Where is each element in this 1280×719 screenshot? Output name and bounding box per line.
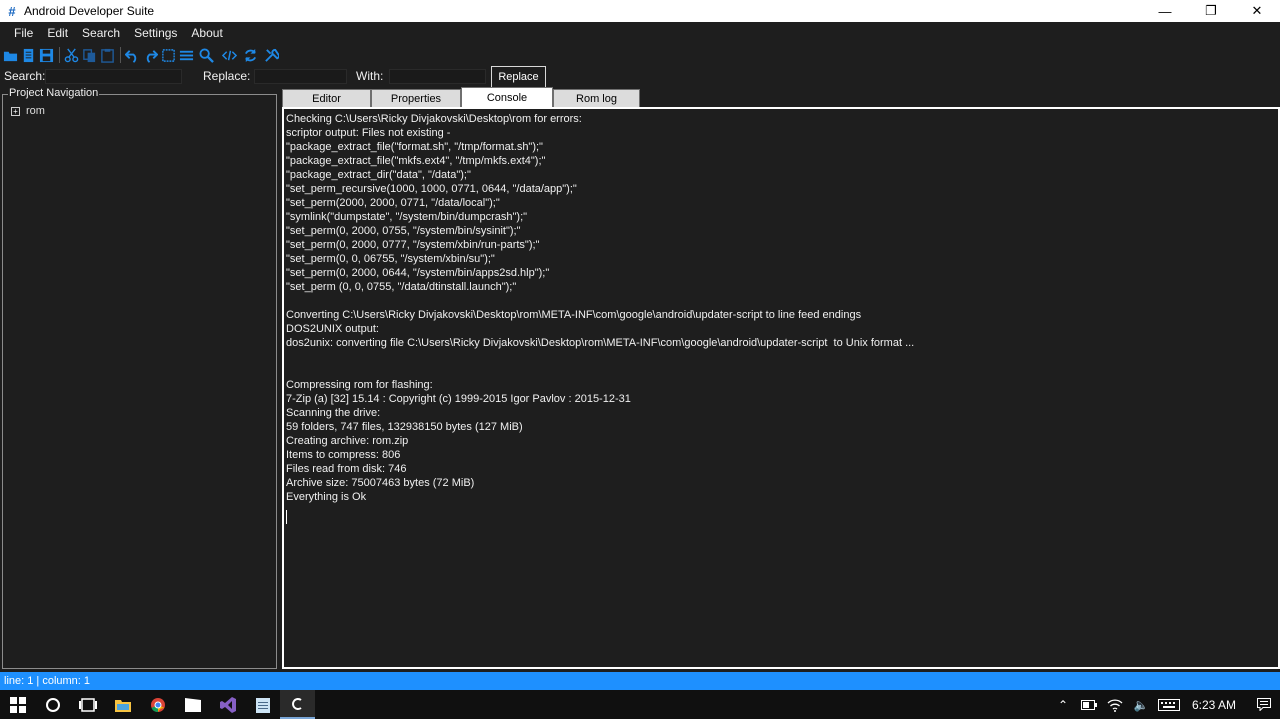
project-navigation-panel: Project Navigation + rom [2,87,277,669]
start-icon[interactable] [0,690,35,719]
app-icon: # [8,3,16,19]
undo-icon[interactable] [124,46,140,64]
search-label: Search: [4,69,46,83]
tree-item-label: rom [26,105,45,117]
menu-search[interactable]: Search [75,22,127,44]
console-line: 7-Zip (a) [32] 15.14 : Copyright (c) 199… [286,393,631,405]
replace-input[interactable] [254,69,347,84]
console-line: DOS2UNIX output: [286,323,379,335]
console-line: "set_perm(0, 0, 06755, "/system/xbin/su"… [286,253,495,265]
console-line: "set_perm(0, 2000, 0777, "/system/xbin/r… [286,239,540,251]
paste-icon[interactable] [99,46,115,64]
save-icon[interactable] [38,46,54,64]
console-line: "set_perm(2000, 2000, 0771, "/data/local… [286,197,500,209]
console-line: "set_perm (0, 0, 0755, "/data/dtinstall.… [286,281,517,293]
project-navigation-title: Project Navigation [8,87,100,99]
movies-icon[interactable] [175,690,210,719]
replace-button[interactable]: Replace [491,66,546,88]
console-line: "package_extract_dir("data", "/data");" [286,169,471,181]
menu-edit[interactable]: Edit [40,22,75,44]
console-line: "symlink("dumpstate", "/system/bin/dumpc… [286,211,528,223]
tab-rom-log[interactable]: Rom log [553,89,640,108]
chevron-up-icon[interactable]: ⌃ [1050,690,1076,719]
redo-icon[interactable] [142,46,158,64]
search-input[interactable] [45,69,182,84]
chrome-icon[interactable] [140,690,175,719]
console-line: Items to compress: 806 [286,449,401,461]
tools-icon[interactable] [260,46,282,64]
toolbar-separator [59,47,60,63]
keyboard-icon[interactable] [1154,690,1184,719]
system-tray: ⌃ 🔈 6:23 AM [1050,690,1280,719]
console-line: "package_extract_file("format.sh", "/tmp… [286,141,543,153]
menu-bar: File Edit Search Settings About [0,22,1280,44]
copy-icon[interactable] [81,46,97,64]
console-line: scriptor output: Files not existing - [286,127,451,139]
console-line: Compressing rom for flashing: [286,379,433,391]
text-caret [286,510,287,524]
close-button[interactable]: ✕ [1234,0,1280,22]
console-line: Everything is Ok [286,491,367,503]
menu-file[interactable]: File [7,22,40,44]
status-bar: line: 1 | column: 1 [0,672,1280,690]
select-all-icon[interactable] [160,46,176,64]
console-line: 59 folders, 747 files, 132938150 bytes (… [286,421,523,433]
search-icon[interactable] [196,46,216,64]
restore-button[interactable]: ❐ [1188,0,1234,22]
search-replace-bar: Search: Replace: With: Replace [0,66,1280,88]
console-line: "set_perm(0, 2000, 0755, "/system/bin/sy… [286,225,521,237]
tab-console[interactable]: Console [461,87,553,108]
tab-strip: Editor Properties Console Rom log [282,87,640,108]
clock[interactable]: 6:23 AM [1184,698,1248,712]
replace-label: Replace: [203,69,251,83]
volume-icon[interactable]: 🔈 [1128,690,1154,719]
console-line: "set_perm(0, 2000, 0644, "/system/bin/ap… [286,267,550,279]
with-label: With: [356,69,384,83]
new-file-icon[interactable] [20,46,36,64]
wifi-icon[interactable] [1102,690,1128,719]
console-line: "set_perm_recursive(1000, 1000, 0771, 06… [286,183,577,195]
console-line: Checking C:\Users\Ricky Divjakovski\Desk… [286,113,582,125]
console-line: dos2unix: converting file C:\Users\Ricky… [286,337,915,349]
toolbar-separator [120,47,121,63]
menu-settings[interactable]: Settings [127,22,184,44]
cut-icon[interactable] [63,46,79,64]
file-explorer-icon[interactable] [105,690,140,719]
task-view-icon[interactable] [70,690,105,719]
tree-item-rom[interactable]: + rom [11,105,45,117]
open-folder-icon[interactable] [2,46,18,64]
with-input[interactable] [389,69,486,84]
minimize-button[interactable]: — [1142,0,1188,22]
console-line: Archive size: 75007463 bytes (72 MiB) [286,477,475,489]
battery-icon[interactable] [1076,690,1102,719]
code-icon[interactable] [218,46,240,64]
window-controls: — ❐ ✕ [1142,0,1280,22]
tab-properties[interactable]: Properties [371,89,461,108]
console-line: "package_extract_file("mkfs.ext4", "/tmp… [286,155,546,167]
console-line: Converting C:\Users\Ricky Divjakovski\De… [286,309,862,321]
console-panel[interactable]: Checking C:\Users\Ricky Divjakovski\Desk… [282,107,1280,669]
format-lines-icon[interactable] [178,46,194,64]
refresh-icon[interactable] [242,46,258,64]
taskbar: ⌃ 🔈 6:23 AM [0,690,1280,719]
cortana-icon[interactable] [35,690,70,719]
console-line: Files read from disk: 746 [286,463,407,475]
window-title: Android Developer Suite [24,4,155,18]
tab-editor[interactable]: Editor [282,89,371,108]
visual-studio-icon[interactable] [210,690,245,719]
cmd-icon[interactable] [280,690,315,719]
console-output[interactable]: Checking C:\Users\Ricky Divjakovski\Desk… [284,109,1278,667]
expand-icon[interactable]: + [11,106,20,116]
menu-about[interactable]: About [184,22,229,44]
console-line: Creating archive: rom.zip [286,435,409,447]
notification-center-icon[interactable] [1248,690,1280,719]
notepad-icon[interactable] [245,690,280,719]
title-bar: # Android Developer Suite — ❐ ✕ [0,0,1280,22]
console-line: Scanning the drive: [286,407,381,419]
toolbar [0,44,1280,66]
